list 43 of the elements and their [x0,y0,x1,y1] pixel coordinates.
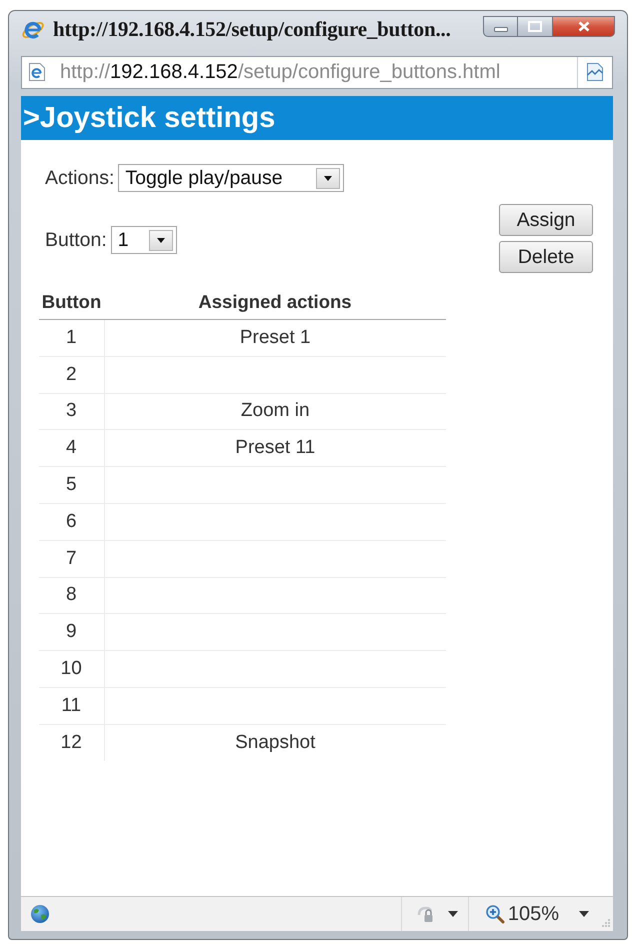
column-header: Assigned actions [104,285,446,320]
close-icon [578,21,590,32]
maximize-button[interactable] [518,16,553,37]
page-heading: >Joystick settings [21,96,613,140]
table-cell: 9 [39,614,104,651]
table-cell: 5 [39,466,104,504]
caret-icon [579,911,589,917]
table-cell: 7 [39,540,104,578]
minimize-button[interactable] [483,16,518,37]
assign-button[interactable]: Assign [499,204,593,236]
address-field[interactable]: http://192.168.4.152/setup/configure_buttons.html [21,56,613,88]
resize-grip-icon[interactable] [601,918,611,928]
page-icon [28,62,46,82]
table-cell: Snapshot [104,724,446,762]
table-cell: 3 [39,393,104,430]
globe-icon [30,904,50,924]
actions-dropdown[interactable]: Toggle play/pause [118,164,344,192]
close-button[interactable] [553,16,615,37]
table-cell: 4 [39,430,104,467]
window-title: http://192.168.4.152/setup/configure_button... [53,17,451,42]
table-cell: 11 [39,687,104,724]
table-cell: 2 [39,356,104,394]
column-header: Button [39,285,104,320]
magnifier-icon [484,904,505,924]
table-cell: 6 [39,503,104,540]
caret-icon [156,238,165,242]
maximize-icon [528,21,542,32]
table-cell: 12 [39,724,104,762]
button-dropdown[interactable]: 1 [110,226,177,254]
broken-page-icon[interactable] [586,62,604,82]
table-cell: 8 [39,577,104,614]
table-cell: Preset 11 [104,430,446,467]
table-cell: Preset 1 [104,320,446,356]
caret-icon [448,911,458,917]
zoom-button[interactable]: 105% [468,897,601,931]
field-label: Button: [45,228,107,252]
field-label: Actions: [45,166,114,190]
table-cell: 1 [39,320,104,356]
caret-icon [324,176,332,180]
table-cell: Zoom in [104,393,446,430]
table-cell: 10 [39,650,104,688]
minimize-icon [494,27,508,32]
delete-button[interactable]: Delete [499,241,593,273]
